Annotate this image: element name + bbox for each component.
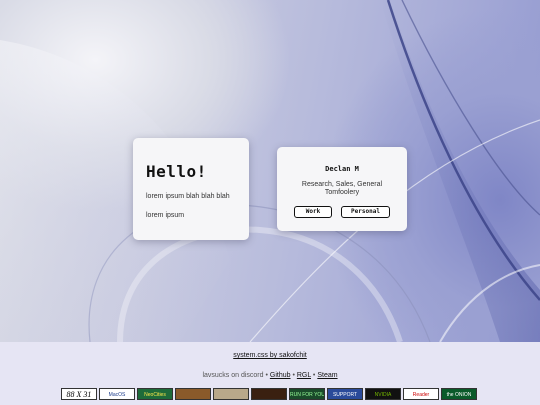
- 88x31-badge[interactable]: 88 X 31: [61, 388, 97, 400]
- profile-card: Declan M Research, Sales, General Tomfoo…: [277, 147, 407, 231]
- badge-strip: 88 X 31MacOSNeoCities RUN FOR YOUR LIFE!S…: [61, 388, 477, 400]
- profile-name: Declan M: [325, 165, 359, 173]
- credit-link[interactable]: system.css by sakofchit: [233, 352, 307, 359]
- footer: system.css by sakofchit lavsucks on disc…: [0, 342, 540, 405]
- adobe-reader-badge[interactable]: Reader: [403, 388, 439, 400]
- desktop-wallpaper: [0, 0, 540, 342]
- personal-button[interactable]: Personal: [341, 206, 390, 218]
- hello-card: Hello! lorem ipsum blah blah blah lorem …: [133, 138, 249, 240]
- neocities-badge[interactable]: NeoCities: [137, 388, 173, 400]
- wallpaper-swirl: [0, 0, 540, 342]
- onion-badge[interactable]: the ONION: [441, 388, 477, 400]
- cartoon-badge[interactable]: [213, 388, 249, 400]
- hello-text-line-2: lorem ipsum: [146, 212, 185, 219]
- profile-description: Research, Sales, General Tomfoolery: [301, 181, 383, 196]
- art-badge[interactable]: [175, 388, 211, 400]
- profile-button-row: Work Personal: [277, 206, 407, 218]
- steam-link[interactable]: Steam: [317, 372, 337, 379]
- hello-title: Hello!: [146, 162, 207, 181]
- hello-text-line-1: lorem ipsum blah blah blah: [146, 193, 230, 200]
- support-badge[interactable]: SUPPORT: [327, 388, 363, 400]
- rgl-link[interactable]: RGL: [297, 372, 311, 379]
- work-button[interactable]: Work: [294, 206, 332, 218]
- macos-badge[interactable]: MacOS: [99, 388, 135, 400]
- creature-badge[interactable]: [251, 388, 287, 400]
- discord-text: lavsucks on discord •: [202, 372, 270, 379]
- github-link[interactable]: Github: [270, 372, 291, 379]
- nvidia-badge[interactable]: NVIDIA: [365, 388, 401, 400]
- run-badge[interactable]: RUN FOR YOUR LIFE!: [289, 388, 325, 400]
- contact-line: lavsucks on discord • Github • RGL • Ste…: [0, 372, 540, 379]
